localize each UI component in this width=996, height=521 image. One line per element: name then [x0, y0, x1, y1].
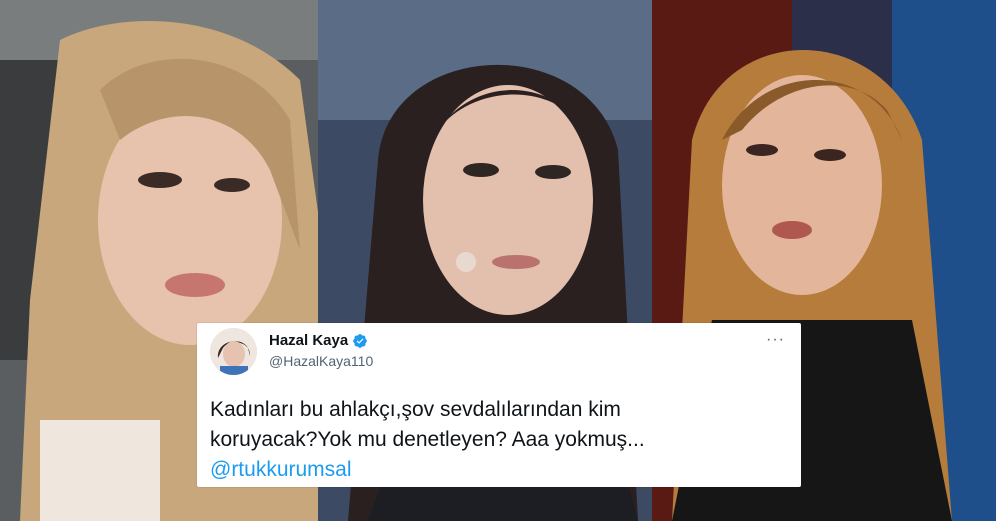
- tweet-card[interactable]: Hazal Kaya @HazalKaya110 ··· Kadınları b…: [197, 323, 801, 487]
- verified-badge-icon: [353, 333, 368, 348]
- display-name[interactable]: Hazal Kaya: [269, 332, 348, 349]
- user-handle[interactable]: @HazalKaya110: [269, 353, 373, 369]
- avatar[interactable]: [210, 328, 257, 375]
- more-horizontal-icon[interactable]: ···: [766, 331, 785, 349]
- tweet-text-line-1: Kadınları bu ahlakçı,şov sevdalılarından…: [210, 398, 621, 421]
- tweet-body: Kadınları bu ahlakçı,şov sevdalılarından…: [210, 395, 780, 485]
- mention-link[interactable]: @rtukkurumsal: [210, 458, 352, 481]
- tweet-text-line-2: koruyacak?Yok mu denetleyen? Aaa yokmuş.…: [210, 428, 645, 451]
